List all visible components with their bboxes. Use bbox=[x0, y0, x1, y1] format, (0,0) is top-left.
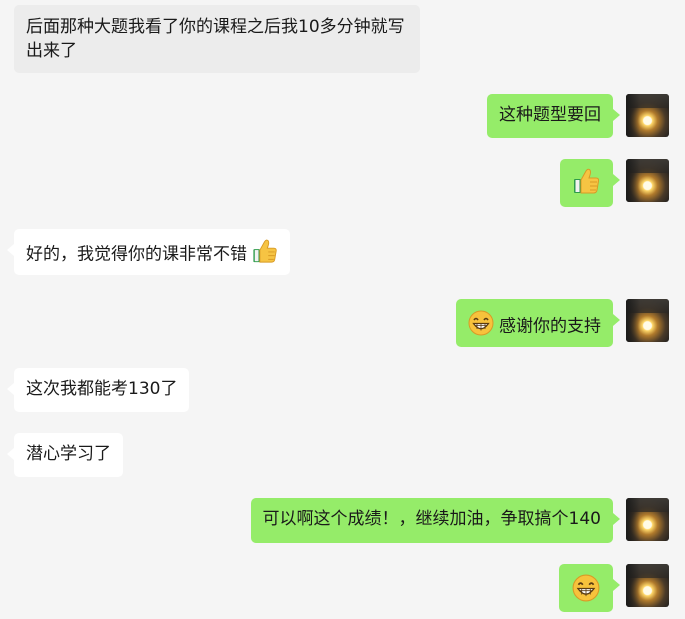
grinning-face-icon bbox=[468, 310, 494, 343]
chat-history: 后面那种大题我看了你的课程之后我10多分钟就写出来了 这种题型要回 好的，我觉得… bbox=[0, 0, 685, 619]
user-avatar[interactable] bbox=[626, 564, 669, 607]
message-text: 可以啊这个成绩！，继续加油，争取搞个140 bbox=[262, 509, 601, 529]
message-bubble-outgoing[interactable]: 这种题型要回 bbox=[487, 94, 620, 138]
message-bubble-incoming[interactable]: 好的，我觉得你的课非常不错 bbox=[6, 229, 291, 275]
message-text: 感谢你的支持 bbox=[499, 316, 601, 337]
message-text: 潜心学习了 bbox=[26, 444, 111, 464]
message-text: 后面那种大题我看了你的课程之后我10多分钟就写出来了 bbox=[26, 17, 405, 61]
user-avatar[interactable] bbox=[626, 94, 669, 137]
message-text: 这种题型要回 bbox=[499, 105, 601, 125]
message-bubble-outgoing[interactable]: 感谢你的支持 bbox=[455, 299, 621, 347]
message-text: 这次我都能考130了 bbox=[26, 379, 178, 399]
message-bubble-incoming[interactable]: 这次我都能考130了 bbox=[6, 368, 190, 412]
message-bubble-incoming[interactable]: 潜心学习了 bbox=[7, 433, 123, 477]
thumbs-up-icon bbox=[252, 238, 278, 271]
user-avatar[interactable] bbox=[626, 498, 669, 541]
thumbs-up-icon bbox=[573, 167, 600, 202]
message-text: 好的，我觉得你的课非常不错 bbox=[26, 244, 247, 265]
user-avatar[interactable] bbox=[626, 159, 669, 202]
message-bubble-incoming[interactable]: 后面那种大题我看了你的课程之后我10多分钟就写出来了 bbox=[14, 5, 420, 73]
message-bubble-outgoing[interactable] bbox=[559, 564, 620, 612]
message-bubble-outgoing[interactable]: 可以啊这个成绩！，继续加油，争取搞个140 bbox=[250, 498, 621, 543]
message-bubble-outgoing[interactable] bbox=[560, 159, 620, 207]
grinning-face-icon bbox=[572, 574, 600, 609]
user-avatar[interactable] bbox=[626, 299, 669, 342]
